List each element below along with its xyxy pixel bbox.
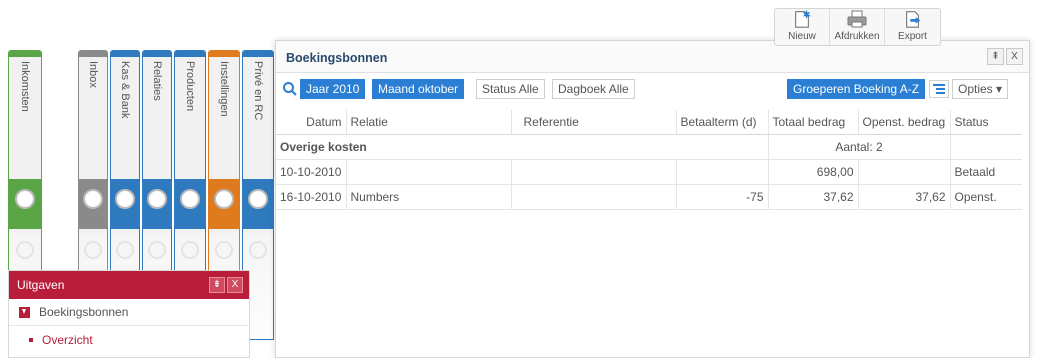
- pin-button[interactable]: ⇞: [987, 48, 1004, 65]
- binder-label: Privé en RC: [252, 61, 264, 121]
- cell-total: 37,62: [768, 184, 859, 210]
- status-filter[interactable]: Status Alle: [476, 79, 545, 99]
- uitgaven-pin-button[interactable]: ⇟: [209, 277, 225, 293]
- column-header-total[interactable]: Totaal bedrag: [768, 110, 859, 135]
- uitgaven-close-button[interactable]: X: [227, 277, 243, 293]
- export-button[interactable]: Export: [885, 9, 940, 45]
- column-header-term[interactable]: Betaalterm (d): [676, 110, 769, 135]
- uitgaven-controls: ⇟ X: [209, 277, 243, 293]
- cell-relation: Numbers: [346, 184, 512, 210]
- collapse-icon[interactable]: [19, 306, 30, 318]
- close-button[interactable]: X: [1006, 48, 1023, 65]
- app-root: Inkomsten Inbox Kas & Bank Relaties Producte…: [0, 0, 1038, 358]
- binder-ring-reflection: [249, 241, 267, 259]
- binder-spine: [243, 51, 273, 57]
- table-row[interactable]: 16-10-2010 Numbers -75 37,62 37,62 Opens…: [276, 184, 1022, 210]
- table-header-row: Datum Relatie Referentie Betaalterm (d) …: [276, 110, 1022, 135]
- cell-open: [858, 159, 951, 185]
- uitgaven-panel: Uitgaven ⇟ X Boekingsbonnen Overzicht: [8, 270, 250, 358]
- group-row[interactable]: Overige kosten Aantal: 2: [276, 134, 1022, 160]
- column-header-reference[interactable]: Referentie: [511, 110, 677, 135]
- binder-ring-icon: [115, 189, 135, 209]
- journal-filter[interactable]: Dagboek Alle: [552, 79, 635, 99]
- binder-ring-icon: [180, 189, 200, 209]
- cell-relation: [346, 159, 512, 185]
- binder-label: Kas & Bank: [119, 61, 131, 119]
- boekingsbonnen-window: Boekingsbonnen ⇞ X Jaar 2010 Maand oktob…: [275, 40, 1030, 358]
- cell-status: Openst.: [950, 184, 1022, 210]
- binder-ring-icon: [147, 189, 167, 209]
- binder-ring-reflection: [16, 241, 34, 259]
- cell-date: 16-10-2010: [276, 184, 347, 210]
- binder-ring-icon: [15, 189, 35, 209]
- window-title: Boekingsbonnen: [286, 51, 388, 65]
- print-button[interactable]: Afdrukken: [830, 9, 885, 45]
- binder-ring-reflection: [215, 241, 233, 259]
- binder-ring-reflection: [181, 241, 199, 259]
- column-header-open[interactable]: Openst. bedrag: [858, 110, 951, 135]
- binder-ring-icon: [248, 189, 268, 209]
- binder-ring-reflection: [148, 241, 166, 259]
- bookings-table: Datum Relatie Referentie Betaalterm (d) …: [276, 110, 1022, 210]
- filter-bar: Jaar 2010 Maand oktober Status Alle Dagb…: [276, 79, 1029, 101]
- print-label: Afdrukken: [834, 31, 880, 42]
- column-header-status[interactable]: Status: [950, 110, 1022, 135]
- group-spacer: [950, 134, 1022, 160]
- binder-label: Instellingen: [218, 61, 230, 117]
- table-row[interactable]: 10-10-2010 698,00 Betaald: [276, 159, 1022, 185]
- menu-item-overzicht[interactable]: Overzicht: [9, 326, 249, 353]
- export-label: Export: [898, 31, 927, 42]
- binder-spine: [111, 51, 139, 57]
- binder-spine: [175, 51, 205, 57]
- column-list-icon[interactable]: [929, 80, 949, 98]
- cell-reference: [511, 184, 677, 210]
- binder-label: Inbox: [87, 61, 99, 88]
- menu-item-boekingsbonnen[interactable]: Boekingsbonnen: [9, 299, 249, 326]
- binder-label: Relaties: [151, 61, 163, 101]
- new-document-icon: [795, 9, 812, 28]
- new-button[interactable]: Nieuw: [775, 9, 830, 45]
- cell-open: 37,62: [858, 184, 951, 210]
- cell-term: [676, 159, 769, 185]
- group-title: Overige kosten: [276, 134, 769, 160]
- cell-term: -75: [676, 184, 769, 210]
- binder-label: Inkomsten: [19, 61, 31, 112]
- cell-status: Betaald: [950, 159, 1022, 185]
- action-toolbar: Nieuw Afdrukken Export: [774, 8, 941, 46]
- export-icon: [905, 11, 920, 28]
- binder-ring-icon: [214, 189, 234, 209]
- uitgaven-title: Uitgaven: [17, 278, 65, 292]
- menu-item-label: Boekingsbonnen: [39, 305, 129, 319]
- binder-spine: [79, 51, 107, 57]
- new-label: Nieuw: [788, 31, 816, 42]
- binder-ring-reflection: [84, 241, 102, 259]
- binder-spine: [143, 51, 171, 57]
- printer-icon: [847, 10, 867, 28]
- window-controls: ⇞ X: [987, 48, 1023, 65]
- uitgaven-header: Uitgaven ⇟ X: [9, 271, 249, 299]
- cell-total: 698,00: [768, 159, 859, 185]
- binder-spine: [209, 51, 239, 57]
- column-header-relation[interactable]: Relatie: [346, 110, 512, 135]
- binder-spine: [9, 51, 41, 57]
- cell-date: 10-10-2010: [276, 159, 347, 185]
- group-count: Aantal: 2: [768, 134, 951, 160]
- options-dropdown[interactable]: Opties ▾: [952, 79, 1009, 99]
- binder-ring-icon: [83, 189, 103, 209]
- binder-ring-reflection: [116, 241, 134, 259]
- year-filter[interactable]: Jaar 2010: [300, 79, 366, 99]
- month-filter[interactable]: Maand oktober: [372, 79, 465, 99]
- menu-subitem-label: Overzicht: [42, 332, 93, 347]
- group-by-button[interactable]: Groeperen Boeking A-Z: [787, 79, 926, 99]
- bullet-icon: [29, 337, 33, 342]
- cell-reference: [511, 159, 677, 185]
- column-header-date[interactable]: Datum: [276, 110, 347, 135]
- binder-label: Producten: [184, 61, 196, 112]
- search-icon[interactable]: [282, 81, 298, 97]
